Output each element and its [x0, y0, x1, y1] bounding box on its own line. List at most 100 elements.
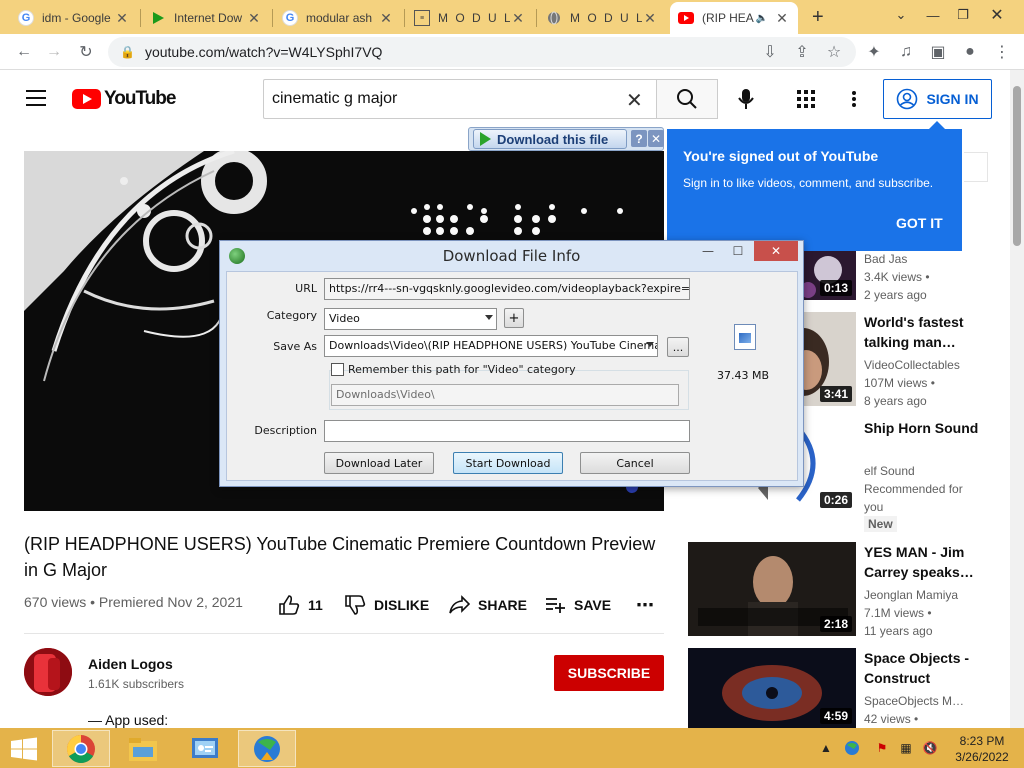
remember-path-label: Remember this path for "Video" category [348, 363, 576, 376]
youtube-apps-button[interactable] [797, 90, 817, 110]
save-button[interactable]: SAVE [544, 594, 611, 616]
bookmark-star-icon[interactable]: ☆ [822, 40, 846, 64]
recommendation-title[interactable]: Space Objects - Construct [864, 648, 1004, 688]
chip-bar-edge [964, 152, 988, 182]
video-duration: 0:26 [819, 492, 852, 508]
category-select[interactable]: Video [324, 308, 497, 330]
recommendation-age: 2 years ago [864, 288, 927, 302]
recommendation-thumbnail[interactable]: 4:59 [688, 648, 856, 728]
chrome-menu-icon[interactable]: ⋮ [990, 40, 1014, 64]
recommendation-title[interactable]: World's fastest talking man… [864, 312, 1004, 352]
volume-muted-icon[interactable]: 🔇 [922, 740, 938, 756]
share-icon[interactable]: ⇪ [790, 40, 814, 64]
add-category-button[interactable]: + [504, 308, 524, 328]
close-tab-icon[interactable]: ✕ [114, 10, 130, 27]
download-arrow-icon [480, 132, 491, 146]
thumbs-up-icon [279, 595, 300, 615]
tab-title: M O D U L A [438, 11, 510, 25]
close-tab-icon[interactable]: ✕ [642, 10, 658, 27]
browse-button[interactable]: ... [667, 337, 689, 357]
channel-name[interactable]: Aiden Logos [88, 656, 173, 672]
remember-path-checkbox[interactable] [331, 363, 344, 376]
speaker-icon: 🔈 [755, 12, 768, 24]
file-type-icon [734, 324, 756, 350]
back-icon[interactable]: ← [12, 40, 36, 64]
page-scrollbar[interactable] [1010, 70, 1024, 728]
recommendation-title[interactable]: Ship Horn Sound [864, 418, 1004, 438]
close-window-button[interactable]: ✕ [982, 0, 1012, 30]
extensions-icon[interactable]: ✦ [862, 40, 886, 64]
tab-modular-ash[interactable]: G modular ash ✕ [274, 2, 402, 34]
clear-search-icon[interactable]: ✕ [626, 88, 643, 113]
save-label: SAVE [574, 597, 612, 613]
download-this-file-button[interactable]: Download this file [473, 129, 627, 149]
description-input[interactable] [324, 420, 690, 442]
forward-icon[interactable]: → [42, 40, 66, 64]
tab-internet-download[interactable]: Internet Dow ✕ [142, 2, 270, 34]
start-button[interactable] [10, 737, 38, 761]
youtube-logo[interactable]: YouTube [72, 88, 176, 110]
download-file-info-dialog: Download File Info — ☐ ✕ URL https://rr4… [219, 240, 804, 487]
voice-search-button[interactable] [734, 87, 758, 111]
recommendation-views: Recommended for [864, 482, 963, 496]
cancel-button[interactable]: Cancel [580, 452, 690, 474]
close-tab-icon[interactable]: ✕ [246, 10, 262, 27]
action-center-flag-icon[interactable]: ⚑ [874, 740, 890, 756]
file-explorer-icon [129, 737, 157, 761]
download-later-button[interactable]: Download Later [324, 452, 434, 474]
install-icon[interactable]: ⇩ [758, 40, 782, 64]
dialog-minimize-button[interactable]: — [694, 241, 722, 261]
close-tab-icon[interactable]: ✕ [510, 10, 526, 27]
taskbar-idm[interactable] [238, 730, 296, 767]
like-button[interactable]: 11 [278, 594, 323, 616]
channel-avatar[interactable] [24, 648, 72, 696]
reload-icon[interactable]: ↻ [74, 40, 98, 64]
close-tab-icon[interactable]: ✕ [378, 10, 394, 27]
address-bar[interactable]: 🔒 youtube.com/watch?v=W4LYSphI7VQ [108, 37, 856, 67]
scrollbar-thumb[interactable] [1013, 86, 1021, 246]
recommendation-thumbnail[interactable]: 2:18 [688, 542, 856, 636]
subscribe-button[interactable]: SUBSCRIBE [554, 655, 664, 691]
new-tab-button[interactable]: + [812, 6, 824, 29]
profile-icon[interactable]: ● [958, 40, 982, 64]
dropdown-arrow-icon [485, 315, 493, 320]
taskbar-chrome[interactable] [52, 730, 110, 767]
dialog-maximize-button[interactable]: ☐ [724, 241, 752, 261]
search-input[interactable]: cinematic g major [263, 79, 656, 119]
url-field[interactable]: https://rr4---sn-vgqsknly.googlevideo.co… [324, 278, 690, 300]
show-hidden-icons-icon[interactable]: ▲ [818, 740, 834, 756]
dialog-close-button[interactable]: ✕ [754, 241, 798, 261]
tab-modula-doc[interactable]: ≡ M O D U L A ✕ [406, 2, 534, 34]
tab-search-icon[interactable]: ⌄ [886, 0, 916, 30]
network-icon[interactable]: ▦ [898, 740, 914, 756]
taskbar-control-panel[interactable] [176, 730, 234, 767]
hamburger-menu-icon[interactable] [26, 90, 46, 106]
recommendation-title[interactable]: YES MAN - Jim Carrey speaks… [864, 542, 1004, 582]
popup-text: Sign in to like videos, comment, and sub… [683, 176, 934, 190]
tab-title: M O D U L A [570, 11, 642, 25]
help-icon[interactable]: ? [631, 130, 647, 147]
tab-youtube-active[interactable]: (RIP HEA 🔈 ✕ [670, 2, 798, 34]
close-tab-icon[interactable]: ✕ [774, 10, 790, 27]
search-button[interactable] [656, 79, 718, 119]
dislike-button[interactable]: DISLIKE [344, 594, 429, 616]
more-actions-icon[interactable]: ⋯ [636, 594, 654, 616]
sign-in-button[interactable]: SIGN IN [883, 79, 992, 119]
minimize-button[interactable]: — [918, 0, 948, 30]
start-download-button[interactable]: Start Download [453, 452, 563, 474]
restore-button[interactable]: ❐ [948, 0, 978, 30]
close-panel-icon[interactable]: ✕ [648, 130, 664, 147]
tab-modula-web[interactable]: M O D U L A ✕ [538, 2, 666, 34]
save-as-path: Downloads\Video\(RIP HEADPHONE USERS) Yo… [329, 339, 658, 352]
got-it-button[interactable]: GOT IT [896, 215, 943, 231]
system-clock[interactable]: 8:23 PM 3/26/2022 [952, 733, 1012, 765]
tab-idm-google[interactable]: G idm - Google ✕ [10, 2, 138, 34]
side-panel-icon[interactable]: ▣ [926, 40, 950, 64]
media-control-icon[interactable]: ♫ [894, 40, 918, 64]
idm-tray-icon[interactable] [844, 740, 860, 756]
settings-more-icon[interactable] [846, 87, 862, 111]
save-as-select[interactable]: Downloads\Video\(RIP HEADPHONE USERS) Yo… [324, 335, 658, 357]
taskbar-file-explorer[interactable] [114, 730, 172, 767]
google-icon: G [282, 10, 298, 26]
share-button[interactable]: SHARE [448, 594, 527, 616]
